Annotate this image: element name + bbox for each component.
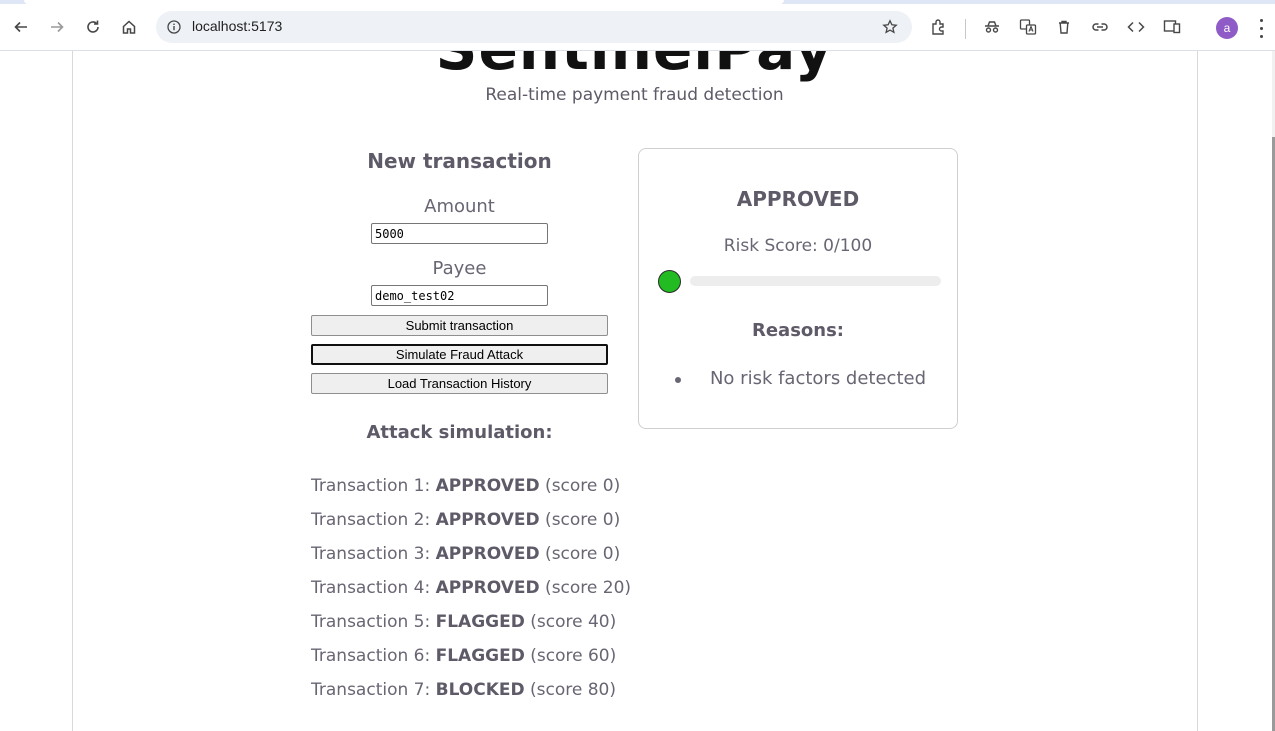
attack-row-status: APPROVED <box>435 476 540 496</box>
page-viewport: SentinelPay Real-time payment fraud dete… <box>0 51 1275 731</box>
menu-icon[interactable] <box>1254 16 1268 40</box>
app-brand-title: SentinelPay <box>0 51 1269 83</box>
attack-row-status: FLAGGED <box>435 646 525 666</box>
amount-label: Amount <box>424 196 495 217</box>
attack-row-label: Transaction 5: <box>311 612 436 632</box>
attack-row-score: (score 0) <box>539 544 621 564</box>
trash-icon[interactable] <box>1050 13 1078 41</box>
result-card: APPROVED Risk Score: 0/100 Reasons: No r… <box>638 148 958 429</box>
attack-row-label: Transaction 4: <box>311 578 436 598</box>
attack-row-score: (score 60) <box>524 646 617 666</box>
url-text: localhost:5173 <box>192 18 283 34</box>
attack-row-label: Transaction 6: <box>311 646 436 666</box>
address-bar[interactable]: localhost:5173 <box>156 11 912 43</box>
attack-row-score: (score 40) <box>524 612 617 632</box>
attack-row: Transaction 5: FLAGGED (score 40) <box>311 605 616 639</box>
attack-row-score: (score 0) <box>539 510 621 530</box>
reasons-title: Reasons: <box>751 320 845 341</box>
reason-text: No risk factors detected <box>709 368 927 389</box>
attack-row: Transaction 6: FLAGGED (score 60) <box>311 639 616 673</box>
app-subtitle: Real-time payment fraud detection <box>485 85 784 105</box>
page-container <box>72 51 1198 731</box>
risk-score-bar <box>690 276 941 286</box>
attack-simulation-title: Attack simulation: <box>366 422 553 443</box>
attack-row-score: (score 20) <box>539 578 632 598</box>
transaction-form-column: New transaction Amount Payee Submit tran… <box>311 149 631 707</box>
home-icon[interactable] <box>115 13 143 41</box>
reasons-list: No risk factors detected <box>639 368 957 389</box>
attack-row-status: FLAGGED <box>435 612 525 632</box>
attack-row-score: (score 80) <box>524 680 617 700</box>
incognito-icon[interactable] <box>978 13 1006 41</box>
attack-row-label: Transaction 7: <box>311 680 436 700</box>
attack-row: Transaction 1: APPROVED (score 0) <box>311 469 620 503</box>
attack-row-score: (score 0) <box>539 476 621 496</box>
attack-row-status: BLOCKED <box>435 680 525 700</box>
forward-icon[interactable] <box>43 13 71 41</box>
extensions-icon[interactable] <box>925 13 953 41</box>
site-info-icon[interactable] <box>164 17 184 37</box>
attack-row: Transaction 4: APPROVED (score 20) <box>311 571 631 605</box>
simulate-fraud-attack-button[interactable]: Simulate Fraud Attack <box>311 344 608 365</box>
reload-icon[interactable] <box>79 13 107 41</box>
attack-row-label: Transaction 1: <box>311 476 436 496</box>
amount-input[interactable] <box>371 223 548 244</box>
attack-row-label: Transaction 3: <box>311 544 436 564</box>
reason-item: No risk factors detected <box>639 368 957 389</box>
code-icon[interactable] <box>1122 13 1150 41</box>
status-indicator-dot <box>658 270 681 293</box>
attack-row-label: Transaction 2: <box>311 510 436 530</box>
device-icon[interactable] <box>1158 13 1186 41</box>
attack-row-status: APPROVED <box>435 510 540 530</box>
attack-simulation-list: Transaction 1: APPROVED (score 0) Transa… <box>311 469 631 707</box>
link-icon[interactable] <box>1086 13 1114 41</box>
browser-toolbar: localhost:5173 a <box>0 4 1275 51</box>
attack-row: Transaction 7: BLOCKED (score 80) <box>311 673 616 707</box>
attack-row-status: APPROVED <box>435 544 540 564</box>
payee-input[interactable] <box>371 285 548 306</box>
attack-row: Transaction 3: APPROVED (score 0) <box>311 537 620 571</box>
translate-icon[interactable] <box>1014 13 1042 41</box>
decision-status: APPROVED <box>736 187 860 211</box>
new-transaction-title: New transaction <box>367 149 552 173</box>
attack-row: Transaction 2: APPROVED (score 0) <box>311 503 620 537</box>
back-icon[interactable] <box>7 13 35 41</box>
payee-label: Payee <box>432 258 487 279</box>
bullet-icon <box>675 377 681 383</box>
submit-transaction-button[interactable]: Submit transaction <box>311 315 608 336</box>
toolbar-separator <box>965 19 966 39</box>
bookmark-star-icon[interactable] <box>880 17 900 37</box>
attack-row-status: APPROVED <box>435 578 540 598</box>
action-buttons: Submit transaction Simulate Fraud Attack… <box>311 315 608 394</box>
load-transaction-history-button[interactable]: Load Transaction History <box>311 373 608 394</box>
profile-avatar[interactable]: a <box>1216 17 1238 39</box>
risk-score-text: Risk Score: 0/100 <box>723 236 873 256</box>
